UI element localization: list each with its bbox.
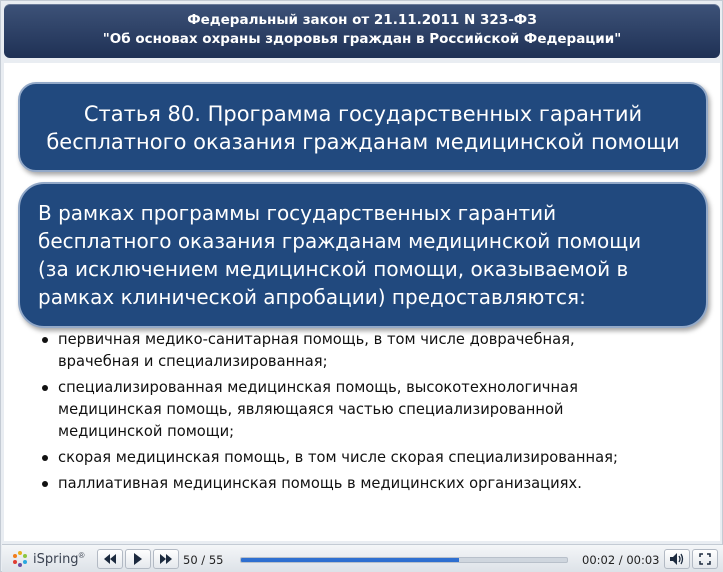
ispring-logo-text: iSpring xyxy=(33,551,79,567)
next-slide-button[interactable] xyxy=(153,549,179,569)
ispring-logo-mark: ® xyxy=(78,550,85,560)
care-types-list: первичная медико-санитарная помощь, в то… xyxy=(42,329,692,499)
playback-time: 00:02 / 00:03 xyxy=(582,553,660,567)
list-item: первичная медико-санитарная помощь, в то… xyxy=(42,329,692,373)
player-window: Федеральный закон от 21.11.2011 N 323-ФЗ… xyxy=(0,0,723,572)
intro-line: рамках клинической апробации) предоставл… xyxy=(38,285,586,309)
progress-bar[interactable] xyxy=(240,557,568,563)
list-item: скорая медицинская помощь, в том числе с… xyxy=(42,447,692,469)
list-item-line: врачебная и специализированная; xyxy=(58,353,328,370)
next-slide-icon xyxy=(160,554,172,564)
list-item-line: медицинская помощь, являющаяся частью сп… xyxy=(58,401,564,418)
list-item: специализированная медицинская помощь, в… xyxy=(42,377,692,443)
bullet-icon xyxy=(42,337,48,343)
ispring-flower-icon xyxy=(13,551,27,567)
intro-line: В рамках программы государственных гаран… xyxy=(38,201,557,225)
previous-slide-icon xyxy=(104,554,116,564)
progress-bar-fill xyxy=(241,558,460,562)
ispring-logo: iSpring ® xyxy=(11,551,84,567)
fullscreen-icon xyxy=(699,553,711,565)
intro-line: (за исключением медицинской помощи, оказ… xyxy=(38,257,629,281)
article-title-box: Статья 80. Программа государственных гар… xyxy=(18,82,708,172)
volume-button[interactable] xyxy=(664,549,690,569)
list-item-line: паллиативная медицинская помощь в медици… xyxy=(58,475,582,492)
play-icon xyxy=(134,553,142,565)
volume-icon xyxy=(670,553,684,565)
slide-canvas: Статья 80. Программа государственных гар… xyxy=(4,63,720,541)
article-title-line-1: Статья 80. Программа государственных гар… xyxy=(83,102,643,126)
previous-slide-button[interactable] xyxy=(97,549,123,569)
presentation-header: Федеральный закон от 21.11.2011 N 323-ФЗ… xyxy=(4,4,720,58)
bullet-icon xyxy=(42,385,48,391)
list-item-line: медицинской помощи; xyxy=(58,423,235,440)
slide-counter: 50 / 55 xyxy=(183,553,224,567)
list-item: паллиативная медицинская помощь в медици… xyxy=(42,473,692,495)
header-law-title: Федеральный закон от 21.11.2011 N 323-ФЗ xyxy=(187,12,537,28)
header-law-name: "Об основах охраны здоровья граждан в Ро… xyxy=(102,31,622,47)
bullet-icon xyxy=(42,455,48,461)
play-button[interactable] xyxy=(125,549,151,569)
list-item-line: скорая медицинская помощь, в том числе с… xyxy=(58,449,618,466)
bullet-icon xyxy=(42,481,48,487)
intro-line: бесплатного оказания гражданам медицинск… xyxy=(38,229,642,253)
intro-text-box: В рамках программы государственных гаран… xyxy=(18,182,708,328)
list-item-line: специализированная медицинская помощь, в… xyxy=(58,379,578,396)
article-title-line-2: бесплатного оказания гражданам медицинск… xyxy=(46,130,680,154)
fullscreen-button[interactable] xyxy=(692,549,718,569)
player-toolbar: iSpring ® 50 / 55 00:02 / 00:03 xyxy=(2,544,723,572)
list-item-line: первичная медико-санитарная помощь, в то… xyxy=(58,331,575,348)
